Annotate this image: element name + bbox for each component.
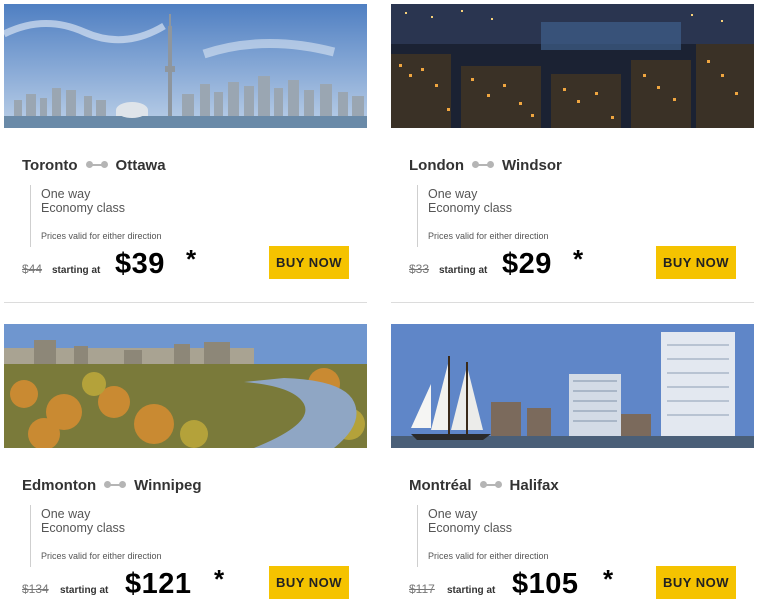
validity-note: Prices valid for either direction [428,551,549,561]
river-valley-photo [4,324,367,448]
starting-at-label: starting at [52,265,101,276]
destination-city: Halifax [509,476,559,494]
route: London Windsor [409,155,562,175]
trip-type: One way [428,507,478,521]
destination-city: Ottawa [115,156,166,174]
buy-now-button[interactable]: BUY NOW [269,246,349,279]
old-price: $117 [409,582,435,596]
validity-note: Prices valid for either direction [41,231,162,241]
trip-type: One way [428,187,478,201]
route: Montréal Halifax [409,475,559,495]
route-connector-icon [104,481,126,489]
sale-price: $29 [502,248,552,280]
old-price: $33 [409,262,430,276]
price-asterisk: * [603,564,614,594]
fare-details: One way Economy class Prices valid for e… [417,185,597,247]
origin-city: Edmonton [22,476,97,494]
starting-at-label: starting at [439,265,488,276]
destination-city: Windsor [501,156,562,174]
trip-type: One way [41,507,91,521]
price-asterisk: * [186,244,197,274]
validity-note: Prices valid for either direction [41,551,162,561]
old-price: $134 [22,582,49,596]
validity-note: Prices valid for either direction [428,231,549,241]
price-asterisk: * [214,564,225,594]
fare-details: One way Economy class Prices valid for e… [417,505,597,567]
night-city-photo [391,4,754,128]
fare-details: One way Economy class Prices valid for e… [30,185,210,247]
cabin-class: Economy class [41,521,126,535]
deal-card: Edmonton Winnipeg One way Economy class … [4,324,367,606]
destination-city: Winnipeg [134,476,202,494]
buy-now-button[interactable]: BUY NOW [656,566,736,599]
price-asterisk: * [573,244,584,274]
origin-city: Toronto [22,156,78,174]
trip-type: One way [41,187,91,201]
sale-price: $39 [115,248,165,280]
cabin-class: Economy class [41,201,126,215]
origin-city: Montréal [409,476,472,494]
route-connector-icon [479,481,502,489]
sale-price: $121 [125,568,192,600]
sale-price: $105 [512,568,579,600]
route: Edmonton Winnipeg [22,475,202,495]
card-divider [4,302,367,303]
cabin-class: Economy class [428,521,513,535]
deal-card: Toronto Ottawa One way Economy class Pri… [4,4,367,304]
route-connector-icon [85,161,108,169]
fare-details: One way Economy class Prices valid for e… [30,505,210,567]
deal-card: London Windsor One way Economy class Pri… [391,4,754,304]
deal-card: Montréal Halifax One way Economy class P… [391,324,754,606]
card-divider [391,302,754,303]
starting-at-label: starting at [60,585,109,596]
cabin-class: Economy class [428,201,513,215]
starting-at-label: starting at [447,585,496,596]
route-connector-icon [471,161,494,169]
buy-now-button[interactable]: BUY NOW [656,246,736,279]
city-skyline-photo [4,4,367,128]
harbour-sailboat-photo [391,324,754,448]
old-price: $44 [22,262,43,276]
origin-city: London [409,156,464,174]
route: Toronto Ottawa [22,155,166,175]
buy-now-button[interactable]: BUY NOW [269,566,349,599]
